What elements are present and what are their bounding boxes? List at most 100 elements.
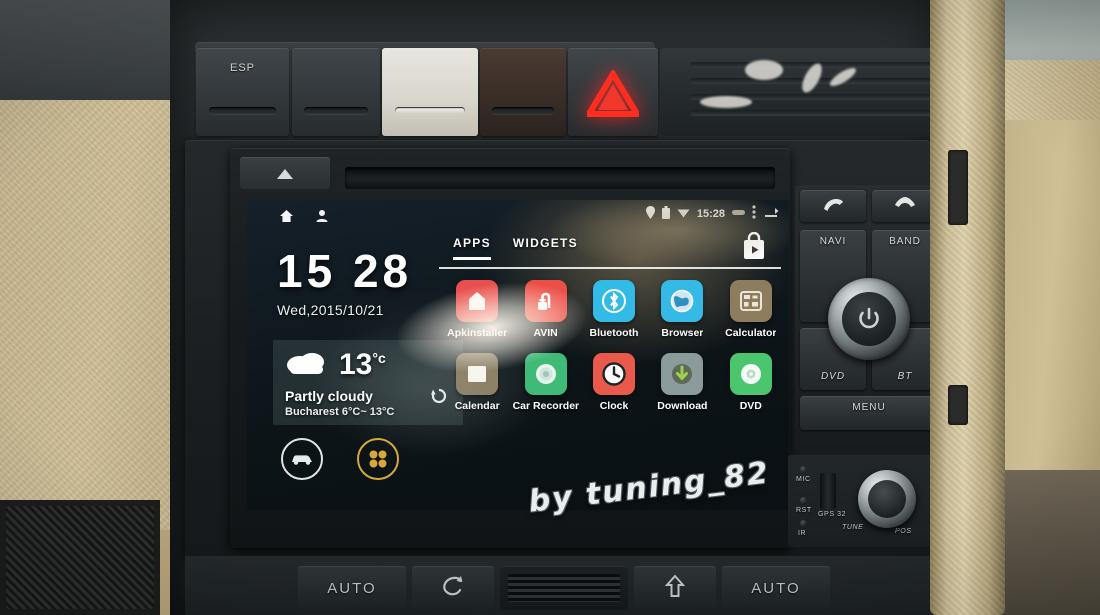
center-vent (500, 566, 628, 610)
car-icon (292, 455, 312, 465)
reset-hole[interactable] (800, 497, 807, 504)
bluetooth-icon (592, 280, 635, 322)
app-label: AVIN (533, 327, 558, 339)
app-label: Clock (599, 400, 629, 412)
app-download[interactable]: Download (648, 353, 716, 412)
rst-label: RST (796, 507, 812, 514)
av-input-icon (524, 280, 567, 322)
blank-button-2[interactable] (480, 48, 566, 136)
sd-card-icon (732, 208, 745, 220)
clock-icon (592, 353, 635, 395)
cloud-icon (285, 350, 329, 381)
mic-hole (800, 466, 807, 473)
gps-label: GPS 32 (818, 511, 847, 518)
car-mode-button[interactable] (281, 438, 323, 480)
app-bluetooth[interactable]: Bluetooth (580, 280, 648, 339)
button-rocker (304, 107, 368, 114)
glare-button[interactable] (382, 48, 478, 136)
app-label: Browser (661, 327, 704, 339)
wifi-icon (677, 207, 690, 221)
app-browser[interactable]: Browser (648, 280, 716, 339)
power-icon (842, 292, 896, 346)
menu-button[interactable]: MENU (800, 396, 938, 430)
auto-left-label: AUTO (327, 579, 377, 597)
weather-widget[interactable]: 13°c Partly cloudy Bucharest 6°C~ 13°C (273, 340, 463, 425)
power-volume-knob[interactable] (828, 278, 910, 360)
bt-label: BT (897, 371, 913, 382)
climate-auto-left-button[interactable]: AUTO (298, 566, 406, 610)
app-clock[interactable]: Clock (580, 353, 648, 412)
screen-dock (281, 438, 399, 480)
navi-label: NAVI (819, 236, 847, 247)
call-answer-button[interactable] (800, 190, 866, 222)
button-rocker (492, 107, 554, 114)
apk-installer-icon (456, 280, 499, 322)
app-car-recorder[interactable]: Car Recorder (511, 353, 579, 412)
airflow-up-icon (664, 573, 686, 603)
overflow-menu-icon[interactable] (752, 205, 756, 222)
photo-scene: ESP 15:28 15 28 Wed,2015/10/21 13°c Part… (0, 0, 1100, 615)
weather-temperature: 13°c (339, 348, 386, 381)
camera-record-icon (524, 353, 567, 395)
tab-apps[interactable]: APPS (453, 236, 491, 260)
recirculation-button[interactable] (412, 566, 494, 610)
drawer-divider (439, 267, 781, 269)
all-apps-button[interactable] (357, 438, 399, 480)
tune-knob[interactable] (858, 470, 916, 528)
home-icon[interactable] (279, 209, 294, 228)
phone-answer-icon (822, 197, 844, 218)
eject-button[interactable] (240, 157, 330, 189)
paint-smudge-2 (700, 96, 752, 108)
calendar-icon (456, 353, 499, 395)
app-label: DVD (739, 400, 762, 412)
app-label: Bluetooth (589, 327, 639, 339)
app-calculator[interactable]: Calculator (717, 280, 785, 339)
phone-hangup-icon (894, 197, 916, 216)
android-status-bar: 15:28 (247, 200, 789, 230)
tune-label: TUNE (842, 524, 864, 531)
app-dvd[interactable]: DVD (717, 353, 785, 412)
call-end-button[interactable] (872, 190, 938, 222)
app-apkinstaller[interactable]: Apkinstaller (443, 280, 511, 339)
defrost-button[interactable] (634, 566, 716, 610)
button-rocker (395, 107, 465, 114)
ir-label: IR (798, 530, 807, 537)
sd-card-slot[interactable] (820, 473, 836, 509)
app-label: Car Recorder (512, 400, 579, 412)
app-label: Apkinstaller (447, 327, 508, 339)
dvd-label: DVD (820, 371, 846, 382)
status-clock: 15:28 (696, 207, 725, 220)
cd-slot[interactable] (345, 167, 775, 189)
auto-right-label: AUTO (751, 579, 801, 597)
weather-condition: Partly cloudy (285, 388, 373, 404)
hazard-button[interactable] (568, 48, 658, 136)
eject-triangle-icon (277, 169, 293, 180)
location-pin-icon (645, 205, 655, 222)
blank-button-1[interactable] (292, 48, 380, 136)
app-label: Calendar (454, 400, 500, 412)
app-label: Calculator (725, 327, 777, 339)
battery-icon (661, 205, 670, 222)
calculator-icon (729, 280, 772, 322)
back-icon[interactable] (763, 206, 779, 222)
app-avin[interactable]: AVIN (511, 280, 579, 339)
app-label: Download (657, 400, 708, 412)
esp-button[interactable]: ESP (196, 48, 289, 136)
band-label: BAND (889, 236, 921, 247)
app-calendar[interactable]: Calendar (443, 353, 511, 412)
pos-label: POS (895, 528, 912, 535)
person-icon[interactable] (315, 209, 329, 228)
apps-grid-icon (369, 450, 387, 468)
app-grid: Apkinstaller AVIN Bluetooth Browser Calc… (443, 280, 785, 412)
a-pillar-trim (930, 0, 1005, 615)
weather-range: Bucharest 6°C~ 13°C (285, 406, 395, 418)
climate-auto-right-button[interactable]: AUTO (722, 566, 830, 610)
paint-smudge-1 (745, 60, 783, 80)
trim-clip-lower (948, 385, 968, 425)
tab-widgets[interactable]: WIDGETS (513, 236, 578, 260)
browser-globe-icon (661, 280, 704, 322)
mic-label: MIC (796, 476, 811, 483)
play-store-bag-icon[interactable] (741, 231, 767, 265)
weather-main-row: 13°c (285, 348, 386, 382)
drawer-tabs: APPS WIDGETS (453, 236, 578, 260)
